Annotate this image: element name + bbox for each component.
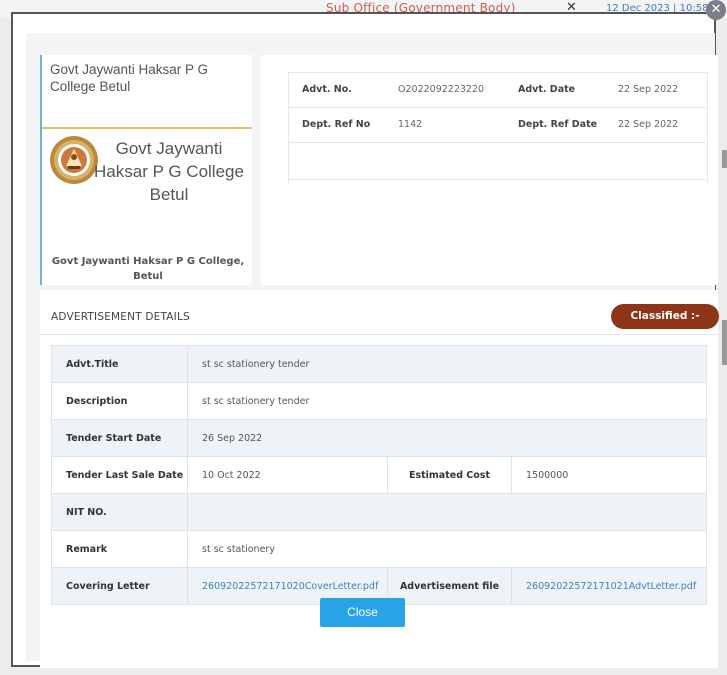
modal-close-icon[interactable]: ✕ [706, 0, 726, 20]
advt-no-value: O2022092223220 [398, 72, 518, 108]
description-value: st sc stationery tender [187, 382, 707, 420]
divider [40, 334, 718, 335]
advt-title-label: Advt.Title [51, 345, 188, 383]
table-row [288, 142, 708, 180]
organization-card: Govt Jaywanti Haksar P G College Betul G… [40, 55, 252, 285]
advt-date-label: Advt. Date [518, 72, 618, 108]
advertisement-file-link[interactable]: 26092022572171021AdvtLetter.pdf [511, 567, 707, 605]
tender-last-sale-date-label: Tender Last Sale Date [51, 456, 188, 494]
table-row: Advt. No. O2022092223220 Advt. Date 22 S… [288, 72, 708, 108]
close-button[interactable]: Close [320, 598, 405, 627]
organization-name-large: Govt Jaywanti Haksar P G College Betul [94, 139, 244, 204]
classification-badge: Classified :- Tender [611, 304, 719, 347]
estimated-cost-value: 1500000 [511, 456, 707, 494]
advertisement-summary-card: Advt. No. O2022092223220 Advt. Date 22 S… [261, 55, 718, 285]
remark-value: st sc stationery [187, 530, 707, 568]
dept-ref-date-value: 22 Sep 2022 [618, 107, 708, 143]
tender-start-date-value: 26 Sep 2022 [187, 419, 707, 457]
dept-ref-value: 1142 [398, 107, 518, 143]
advertisement-summary-table: Advt. No. O2022092223220 Advt. Date 22 S… [288, 72, 708, 180]
covering-letter-label: Covering Letter [51, 567, 188, 605]
section-title: ADVERTISEMENT DETAILS [51, 311, 190, 323]
tender-start-date-label: Tender Start Date [51, 419, 188, 457]
advt-title-value: st sc stationery tender [187, 345, 707, 383]
advertisement-modal: Govt Jaywanti Haksar P G College Betul G… [11, 12, 719, 668]
advertisement-details-table: Advt.Title st sc stationery tender Descr… [51, 345, 707, 605]
modal-body: Govt Jaywanti Haksar P G College Betul G… [26, 33, 719, 668]
table-row: Description st sc stationery tender [51, 382, 707, 420]
advt-no-label: Advt. No. [288, 72, 398, 108]
background-scroll-marker [722, 150, 727, 168]
dept-ref-label: Dept. Ref No [288, 107, 398, 143]
divider [42, 127, 252, 129]
table-row: NIT NO. [51, 493, 707, 531]
table-row: Dept. Ref No 1142 Dept. Ref Date 22 Sep … [288, 107, 708, 143]
estimated-cost-label: Estimated Cost [387, 456, 512, 494]
tender-last-sale-date-value: 10 Oct 2022 [187, 456, 388, 494]
organization-name-small: Govt Jaywanti Haksar P G College, Betul [51, 256, 245, 282]
dept-ref-date-label: Dept. Ref Date [518, 107, 618, 143]
advertisement-file-label: Advertisement file [387, 567, 512, 605]
advt-date-value: 22 Sep 2022 [618, 72, 708, 108]
table-row: Remark st sc stationery [51, 530, 707, 568]
background-scroll-marker [722, 320, 727, 365]
remark-label: Remark [51, 530, 188, 568]
table-row: Tender Start Date 26 Sep 2022 [51, 419, 707, 457]
table-row: Tender Last Sale Date 10 Oct 2022 Estima… [51, 456, 707, 494]
organization-name-header: Govt Jaywanti Haksar P G College Betul [50, 62, 209, 94]
table-row: Advt.Title st sc stationery tender [51, 345, 707, 383]
nit-no-value [187, 493, 707, 531]
nit-no-label: NIT NO. [51, 493, 188, 531]
description-label: Description [51, 382, 188, 420]
